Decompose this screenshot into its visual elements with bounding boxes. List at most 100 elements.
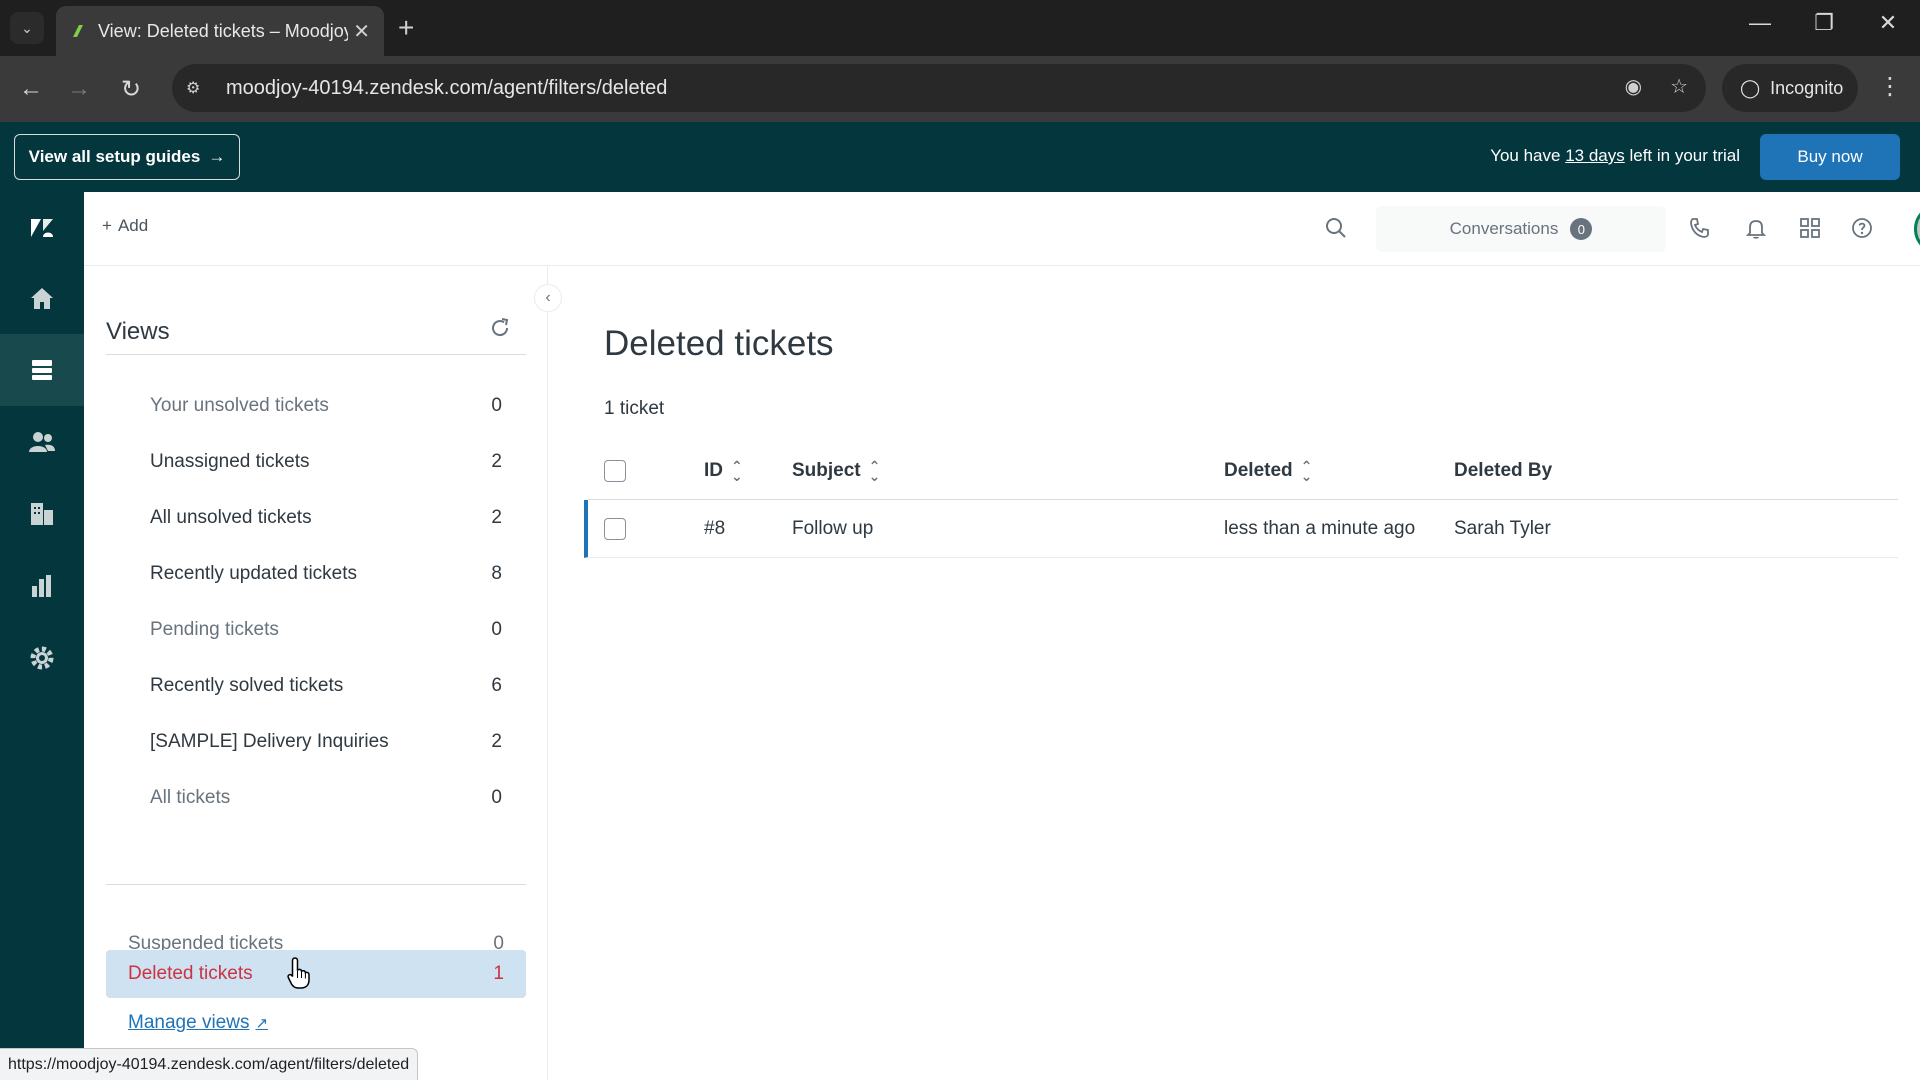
main-content: Deleted tickets 1 ticket ID ⌃ ⌄ Subject ⌃… [548,266,1920,1080]
phone-icon[interactable] [1684,212,1716,244]
view-item-recently-solved[interactable]: Recently solved tickets 6 [150,666,510,706]
omnibox[interactable]: ⚙ moodjoy-40194.zendesk.com/agent/filter… [172,64,1706,112]
row-checkbox-cell [604,500,626,558]
home-icon[interactable] [0,262,84,334]
add-button[interactable]: + Add [102,216,148,236]
column-header-label: Deleted By [1454,460,1553,481]
url-text: moodjoy-40194.zendesk.com/agent/filters/… [226,76,668,99]
view-item-all-tickets[interactable]: All tickets 0 [150,778,510,818]
cell-ticket-subject[interactable]: Follow up [792,500,873,558]
admin-gear-icon[interactable] [0,622,84,694]
conversations-label: Conversations [1449,219,1559,238]
table-row[interactable]: #8 Follow up less than a minute ago Sara… [584,500,1898,558]
browser-tab-bar: ⌄ View: Deleted tickets – Moodjoy ✕ + — … [0,0,1920,56]
site-settings-icon[interactable]: ⚙ [186,78,216,98]
trial-days-link[interactable]: 13 days [1565,146,1625,165]
ticket-count: 1 ticket [604,398,665,419]
view-item-count: 0 [491,619,502,640]
help-question-icon[interactable] [1846,212,1878,244]
view-item-your-unsolved[interactable]: Your unsolved tickets 0 [150,386,510,426]
view-item-count: 0 [491,395,502,416]
view-setup-guides-button[interactable]: View all setup guides → [14,134,240,180]
view-item-count: 2 [491,451,502,472]
views-divider [106,354,526,355]
column-header-subject[interactable]: Subject ⌃ ⌄ [792,442,880,500]
bookmark-star-icon[interactable]: ☆ [1670,74,1688,99]
add-label: Add [117,216,149,235]
conversations-button[interactable]: Conversations 0 [1376,206,1666,252]
view-item-label: Deleted tickets [128,963,253,984]
column-header-label: Deleted [1224,460,1293,481]
trial-banner: View all setup guides → You have 13 days… [0,122,1920,192]
browser-address-bar: ← → ↻ ⚙ moodjoy-40194.zendesk.com/agent/… [0,56,1920,122]
view-item-pending[interactable]: Pending tickets 0 [150,610,510,650]
reporting-chart-icon[interactable] [0,550,84,622]
view-item-label: All unsolved tickets [150,507,312,528]
browser-tab[interactable]: View: Deleted tickets – Moodjoy ✕ [56,6,384,56]
manage-views-link[interactable]: Manage views ↗ [128,1012,268,1034]
views-title: Views [106,318,170,345]
setup-guides-label: View all setup guides [28,147,201,166]
views-icon[interactable] [0,334,84,406]
eye-off-icon[interactable]: ◉ [1625,74,1642,99]
cell-deleted-time: less than a minute ago [1224,518,1416,539]
conversations-count-badge: 0 [1570,218,1593,240]
browser-status-url: https://moodjoy-40194.zendesk.com/agent/… [0,1048,419,1080]
user-avatar[interactable] [1914,204,1920,254]
plus-icon: + [102,216,112,235]
incognito-label: Incognito [1770,77,1844,98]
view-item-all-unsolved[interactable]: All unsolved tickets 2 [150,498,510,538]
view-item-label: Your unsolved tickets [150,395,329,416]
column-header-label: ID [704,460,723,481]
view-item-recently-updated[interactable]: Recently updated tickets 8 [150,554,510,594]
browser-menu-dots-icon[interactable]: ⋮ [1878,72,1902,101]
notifications-bell-icon[interactable] [1740,212,1772,244]
view-item-unassigned[interactable]: Unassigned tickets 2 [150,442,510,482]
column-header-id[interactable]: ID ⌃ ⌄ [704,442,743,500]
trial-suffix: left in your trial [1624,146,1740,165]
window-minimize-icon[interactable]: — [1740,10,1780,36]
cell-deleted-by: Sarah Tyler [1454,518,1551,539]
zendesk-favicon-icon [73,25,83,37]
views-divider-secondary [106,884,526,885]
window-restore-icon[interactable]: ❐ [1804,10,1844,36]
view-item-label: [SAMPLE] Delivery Inquiries [150,731,389,752]
view-item-label: Unassigned tickets [150,451,310,472]
incognito-indicator[interactable]: ◯ Incognito [1722,64,1858,112]
back-arrow-icon[interactable]: ← [14,72,48,106]
row-checkbox[interactable] [604,518,626,540]
arrow-right-icon: → [208,147,226,166]
products-grid-icon[interactable] [1794,212,1826,244]
external-link-icon: ↗ [255,1015,269,1032]
view-item-count: 2 [491,731,502,752]
select-all-checkbox[interactable] [604,460,626,482]
view-item-count: 6 [491,675,502,696]
column-header-deleted[interactable]: Deleted ⌃ ⌄ [1224,442,1312,500]
view-item-label: Pending tickets [150,619,279,640]
hand-pointer-cursor-icon [287,957,310,989]
customers-icon[interactable] [0,406,84,478]
views-sidebar: Views Your unsolved tickets 0 Unassigned… [84,266,548,1080]
buy-now-button[interactable]: Buy now [1760,134,1900,180]
cell-ticket-id: #8 [704,518,726,539]
view-item-deleted[interactable]: Deleted tickets 1 [106,950,526,998]
tab-close-icon[interactable]: ✕ [353,19,370,44]
new-tab-plus-icon[interactable]: + [398,12,414,44]
refresh-views-icon[interactable] [488,316,512,345]
table-header: ID ⌃ ⌄ Subject ⌃ ⌄ Deleted ⌃ ⌄ Deleted By [588,442,1898,500]
tab-title: View: Deleted tickets – Moodjoy [98,20,348,41]
view-item-label: All tickets [150,787,231,808]
reload-icon[interactable]: ↻ [114,72,148,106]
view-item-sample-delivery[interactable]: [SAMPLE] Delivery Inquiries 2 [150,722,510,762]
select-all-checkbox-cell [604,442,626,500]
window-close-icon[interactable]: ✕ [1868,10,1908,36]
search-icon[interactable] [1320,212,1352,244]
zendesk-logo-icon[interactable] [0,192,84,264]
column-header-deleted-by: Deleted By [1454,442,1552,500]
trial-text: You have 13 days left in your trial [1490,146,1740,166]
sort-icon: ⌃ ⌄ [731,458,743,484]
tab-search-chevron-down-icon[interactable]: ⌄ [10,12,44,44]
forward-arrow-icon[interactable]: → [62,72,96,106]
organizations-icon[interactable] [0,478,84,550]
incognito-icon: ◯ [1740,77,1761,98]
